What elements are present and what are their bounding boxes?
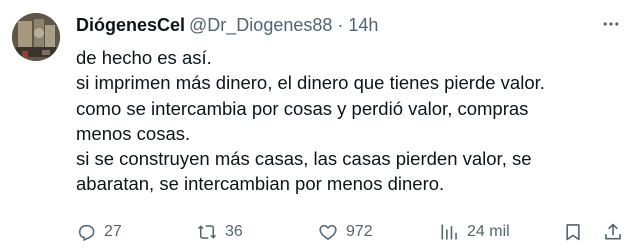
like-count: 972 xyxy=(346,223,373,240)
timestamp[interactable]: 14h xyxy=(348,15,378,36)
avatar-image xyxy=(12,13,60,61)
retweet-count: 36 xyxy=(225,223,243,240)
retweet-icon xyxy=(198,225,216,239)
share-icon xyxy=(605,223,621,240)
avatar[interactable] xyxy=(12,13,60,61)
more-dots-icon xyxy=(603,22,619,26)
views-button[interactable]: 24 mil xyxy=(439,220,510,244)
like-button[interactable]: 972 xyxy=(318,220,373,244)
separator-dot: · xyxy=(337,14,344,35)
reply-button[interactable]: 27 xyxy=(76,220,122,244)
retweet-button[interactable]: 36 xyxy=(197,220,243,244)
bookmark-button[interactable] xyxy=(563,220,583,244)
tweet-text-line: si se construyen más casas, las casas pi… xyxy=(76,148,532,170)
more-options-button[interactable] xyxy=(599,12,623,36)
display-name[interactable]: DiógenesCel xyxy=(76,15,185,36)
views-count: 24 mil xyxy=(467,223,510,240)
tweet-header: DiógenesCel @Dr_Diogenes88 · 14h xyxy=(76,14,378,36)
tweet-text-line: abaratan, se intercambian por menos dine… xyxy=(76,173,445,195)
user-handle[interactable]: @Dr_Diogenes88 xyxy=(189,15,332,36)
bookmark-icon xyxy=(566,224,580,241)
tweet-text-line: menos cosas. xyxy=(76,122,191,144)
heart-icon xyxy=(319,225,337,240)
views-icon xyxy=(441,224,457,240)
share-button[interactable] xyxy=(603,220,623,244)
tweet[interactable]: DiógenesCel @Dr_Diogenes88 · 14h de hech… xyxy=(0,0,633,252)
tweet-text: de hecho es así. si imprimen más dinero,… xyxy=(76,45,621,197)
tweet-text-line: de hecho es así. xyxy=(76,47,212,68)
reply-count: 27 xyxy=(104,223,122,240)
tweet-text-line: si imprimen más dinero, el dinero que ti… xyxy=(76,72,545,94)
reply-icon xyxy=(79,225,95,241)
tweet-text-line: como se intercambia por cosas y perdió v… xyxy=(76,97,529,119)
action-bar: 27 36 972 24 mil xyxy=(76,220,621,244)
